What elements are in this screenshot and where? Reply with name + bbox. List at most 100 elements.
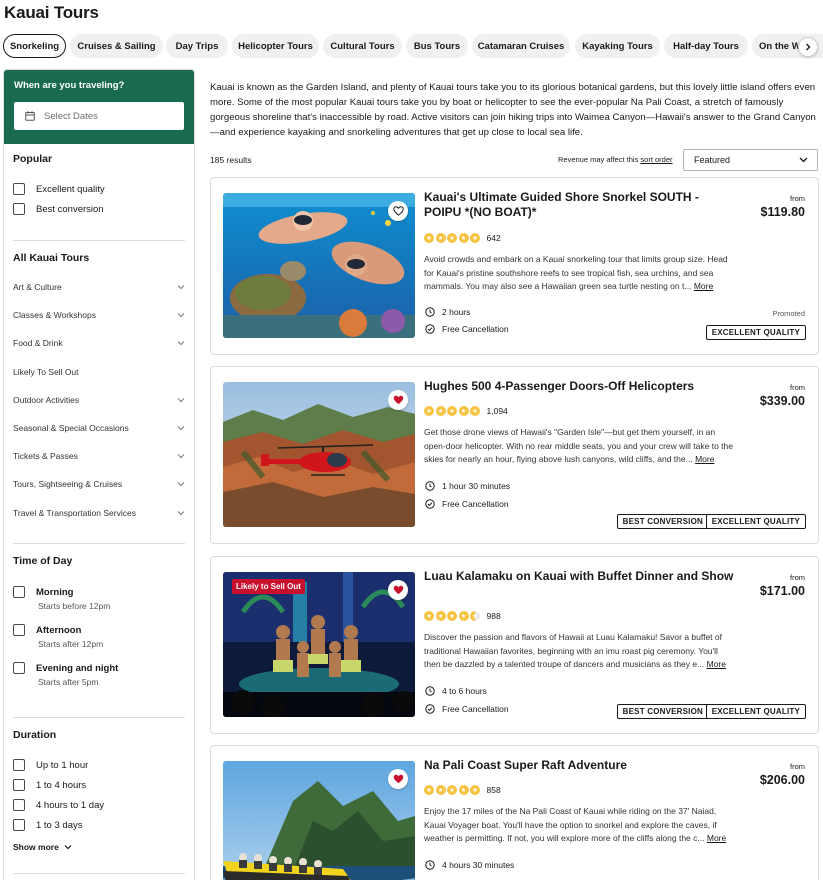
checkbox[interactable] bbox=[13, 662, 25, 674]
review-count: 858 bbox=[486, 785, 501, 795]
chip-bus-tours[interactable]: Bus Tours bbox=[406, 34, 468, 58]
star-icon bbox=[435, 785, 446, 795]
tour-image-helicopter[interactable] bbox=[223, 382, 415, 527]
tour-title[interactable]: Luau Kalamaku on Kauai with Buffet Dinne… bbox=[424, 569, 734, 584]
filter-excellent-quality[interactable]: Excellent quality bbox=[13, 179, 185, 199]
time-of-day-filters: Time of Day Morning Starts before 12pm A… bbox=[13, 555, 185, 696]
category-food-drink[interactable]: Food & Drink bbox=[13, 329, 185, 357]
star-icon bbox=[447, 233, 457, 243]
filter-label: Evening and night bbox=[36, 662, 119, 674]
more-link[interactable]: More bbox=[707, 659, 726, 669]
category-label: Tickets & Passes bbox=[13, 451, 78, 462]
tour-card[interactable]: Na Pali Coast Super Raft Adventure 858 E… bbox=[210, 745, 819, 880]
duration-text: 4 to 6 hours bbox=[442, 686, 487, 696]
price-from-label: from bbox=[790, 194, 805, 203]
more-link[interactable]: More bbox=[694, 281, 713, 291]
filter-sublabel: Starts before 12pm bbox=[38, 601, 111, 611]
category-likely-to-sell-out[interactable]: Likely To Sell Out bbox=[13, 358, 185, 386]
filter-label: 1 to 3 days bbox=[36, 819, 83, 831]
duration-row: 4 to 6 hours bbox=[425, 686, 487, 696]
chip-half-day-tours[interactable]: Half-day Tours bbox=[664, 34, 748, 58]
review-count: 642 bbox=[486, 233, 501, 243]
tour-card[interactable]: Kauai's Ultimate Guided Shore Snorkel SO… bbox=[210, 177, 819, 355]
checkbox[interactable] bbox=[13, 203, 25, 215]
filter-1-to-3-days[interactable]: 1 to 3 days bbox=[13, 815, 185, 835]
tour-description: Get those drone views of Hawaii's "Garde… bbox=[424, 426, 736, 467]
chip-helicopter-tours[interactable]: Helicopter Tours bbox=[232, 34, 319, 58]
tour-title[interactable]: Hughes 500 4-Passenger Doors-Off Helicop… bbox=[424, 379, 734, 394]
all-tours-heading: All Kauai Tours bbox=[13, 252, 90, 264]
chip-cultural-tours[interactable]: Cultural Tours bbox=[323, 34, 402, 58]
revenue-note-text: Revenue may affect this bbox=[558, 155, 639, 164]
star-icon bbox=[424, 611, 434, 621]
sort-order-link[interactable]: sort order bbox=[640, 155, 672, 164]
star-icon bbox=[470, 233, 480, 243]
duration-row: 4 hours 30 minutes bbox=[425, 860, 514, 870]
chip-cruises-sailing[interactable]: Cruises & Sailing bbox=[70, 34, 163, 58]
filter-4-hours-to-1-day[interactable]: 4 hours to 1 day bbox=[13, 795, 185, 815]
filter-1-to-4-hours[interactable]: 1 to 4 hours bbox=[13, 775, 185, 795]
date-picker-panel: When are you traveling? Select Dates bbox=[4, 70, 194, 144]
category-seasonal-special[interactable]: Seasonal & Special Occasions bbox=[13, 414, 185, 442]
category-classes-workshops[interactable]: Classes & Workshops bbox=[13, 301, 185, 329]
filter-label: 4 hours to 1 day bbox=[36, 799, 105, 811]
more-link[interactable]: More bbox=[695, 454, 714, 464]
tour-card[interactable]: Hughes 500 4-Passenger Doors-Off Helicop… bbox=[210, 366, 819, 544]
more-link[interactable]: More bbox=[707, 833, 726, 843]
chip-catamaran-cruises[interactable]: Catamaran Cruises bbox=[472, 34, 570, 58]
snorkel-photo bbox=[223, 193, 415, 338]
review-count: 988 bbox=[486, 611, 501, 621]
duration-row: 2 hours bbox=[425, 307, 470, 317]
chips-next-button[interactable] bbox=[798, 37, 818, 57]
category-label: Food & Drink bbox=[13, 338, 63, 349]
checkbox[interactable] bbox=[13, 586, 25, 598]
tour-card[interactable]: Likely to Sell Out Luau Kalamaku on Kaua… bbox=[210, 556, 819, 734]
divider bbox=[13, 873, 185, 874]
select-dates-input[interactable]: Select Dates bbox=[14, 102, 184, 130]
filter-label: Best conversion bbox=[36, 203, 104, 215]
wishlist-button[interactable] bbox=[388, 390, 408, 410]
show-more-button[interactable]: Show more bbox=[13, 842, 185, 852]
checkbox[interactable] bbox=[13, 779, 25, 791]
checkbox[interactable] bbox=[13, 799, 25, 811]
category-art-culture[interactable]: Art & Culture bbox=[13, 273, 185, 301]
category-tickets-passes[interactable]: Tickets & Passes bbox=[13, 442, 185, 470]
checkbox[interactable] bbox=[13, 819, 25, 831]
wishlist-button[interactable] bbox=[388, 580, 408, 600]
chip-day-trips[interactable]: Day Trips bbox=[166, 34, 228, 58]
tour-image-luau[interactable]: Likely to Sell Out bbox=[223, 572, 415, 717]
tour-image-snorkel[interactable] bbox=[223, 193, 415, 338]
clock-icon bbox=[425, 307, 435, 317]
popular-heading: Popular bbox=[13, 153, 53, 165]
rating-stars: 642 bbox=[424, 233, 501, 243]
filter-best-conversion[interactable]: Best conversion bbox=[13, 199, 185, 219]
star-half-icon bbox=[470, 611, 480, 621]
category-outdoor-activities[interactable]: Outdoor Activities bbox=[13, 386, 185, 414]
wishlist-button[interactable] bbox=[388, 201, 408, 221]
filter-afternoon[interactable]: Afternoon bbox=[13, 620, 185, 640]
star-icon bbox=[435, 233, 446, 243]
chip-snorkeling[interactable]: Snorkeling bbox=[3, 34, 66, 58]
sort-select[interactable]: Featured bbox=[683, 149, 818, 171]
filter-label: Excellent quality bbox=[36, 183, 105, 195]
chevron-down-icon bbox=[177, 482, 185, 487]
category-travel-transportation[interactable]: Travel & Transportation Services bbox=[13, 499, 185, 527]
tour-title[interactable]: Na Pali Coast Super Raft Adventure bbox=[424, 758, 734, 773]
show-more-label: Show more bbox=[13, 842, 59, 852]
checkbox[interactable] bbox=[13, 759, 25, 771]
filter-evening[interactable]: Evening and night bbox=[13, 658, 185, 678]
checkbox[interactable] bbox=[13, 183, 25, 195]
category-tours-sightseeing[interactable]: Tours, Sightseeing & Cruises bbox=[13, 470, 185, 498]
checkbox[interactable] bbox=[13, 624, 25, 636]
description-text: Get those drone views of Hawaii's "Garde… bbox=[424, 427, 733, 465]
filter-morning[interactable]: Morning bbox=[13, 582, 185, 602]
star-icon bbox=[447, 406, 457, 416]
check-circle-icon bbox=[425, 499, 435, 509]
star-icon bbox=[424, 406, 434, 416]
tour-image-raft[interactable] bbox=[223, 761, 415, 880]
filter-up-to-1-hour[interactable]: Up to 1 hour bbox=[13, 755, 185, 775]
wishlist-button[interactable] bbox=[388, 769, 408, 789]
tour-title[interactable]: Kauai's Ultimate Guided Shore Snorkel SO… bbox=[424, 190, 734, 220]
chip-kayaking-tours[interactable]: Kayaking Tours bbox=[575, 34, 660, 58]
category-label: Travel & Transportation Services bbox=[13, 507, 136, 518]
